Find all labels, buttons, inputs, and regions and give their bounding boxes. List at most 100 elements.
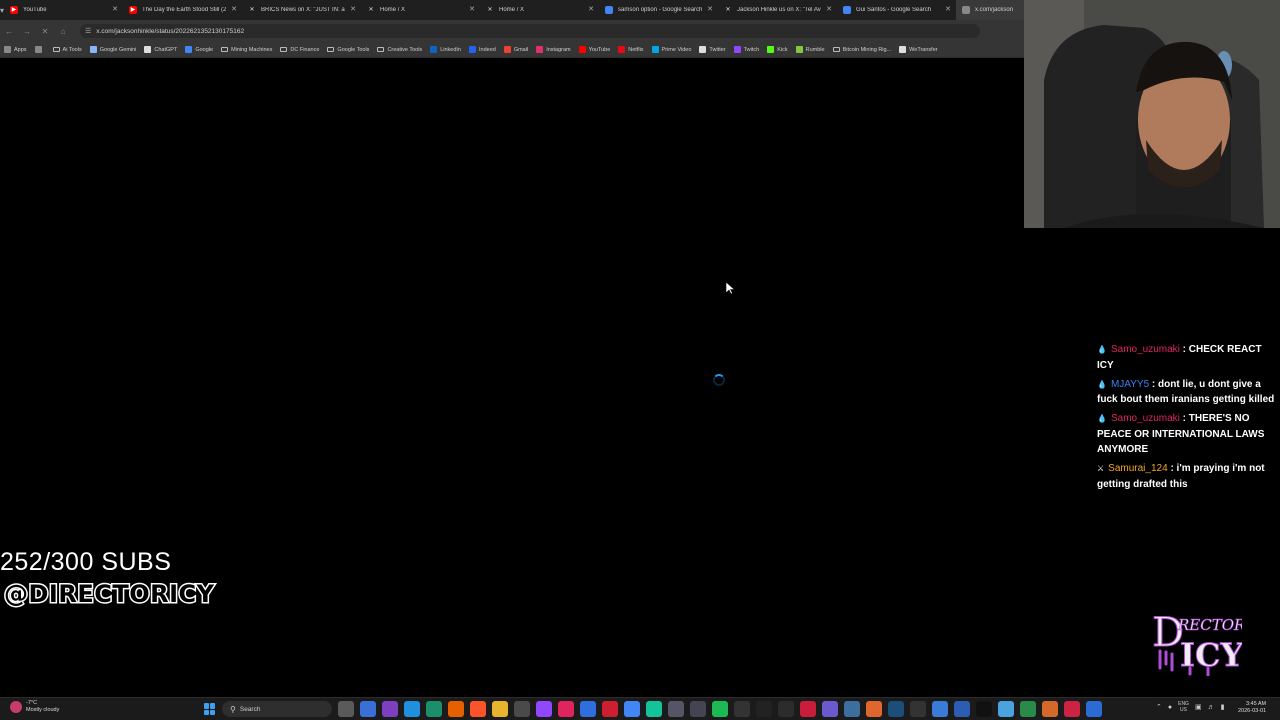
app-icon[interactable] [910,701,926,717]
bookmark-item[interactable]: Creative Tools [377,47,422,53]
back-icon[interactable]: ← [0,20,18,42]
browser-tab[interactable]: x.com/jackson [956,0,1024,20]
x-icon [699,46,707,53]
bookmark-item[interactable]: Google Gemini [89,46,136,53]
photos-icon[interactable] [382,701,398,717]
language-indicator[interactable]: ENG US [1178,701,1189,713]
bookmark-item[interactable]: Gmail [503,46,528,53]
app-icon[interactable] [998,701,1014,717]
task-view-icon[interactable] [338,701,354,717]
bookmark-item[interactable]: DC Finance [280,47,319,53]
app-icon[interactable] [866,701,882,717]
mic-icon[interactable]: ● [1168,704,1172,711]
bookmark-item[interactable]: Netflix [618,46,644,53]
address-bar[interactable]: ☰ x.com/jacksonhinkle/status/20226213521… [80,24,980,38]
browser-tab[interactable]: ✕ Home / X ✕ [361,0,480,20]
steam-icon[interactable] [888,701,904,717]
home-icon[interactable]: ⌂ [54,20,72,42]
opera-icon[interactable] [602,701,618,717]
app-icon[interactable] [1042,701,1058,717]
twitch-icon[interactable] [536,701,552,717]
browser-tab[interactable]: ▶ YouTube ✕ [4,0,123,20]
battery-icon[interactable]: ▮ [1221,703,1225,711]
bookmark-item[interactable]: Google Tools [327,47,369,53]
browser-tab[interactable]: ▶ The Day the Earth Stood Still (2 ✕ [123,0,242,20]
capcut-icon[interactable] [756,701,772,717]
app-icon[interactable] [1086,701,1102,717]
app-icon[interactable] [668,701,684,717]
close-tab-icon[interactable]: ✕ [826,6,832,14]
browser-tab[interactable]: Gui Santos - Google Search ✕ [837,0,956,20]
app-icon[interactable] [800,701,816,717]
bookmark-item[interactable]: Rumble [795,46,825,53]
weather-widget[interactable]: -7°C Mostly cloudy [10,700,59,714]
app-icon[interactable] [954,701,970,717]
forward-icon[interactable]: → [18,20,36,42]
bookmark-item[interactable]: Twitch [733,46,760,53]
chrome-icon[interactable] [580,701,596,717]
bookmark-item[interactable]: Mining Machines [221,47,272,53]
firefox-icon[interactable] [448,701,464,717]
kick-icon [767,46,775,53]
bookmark-item[interactable] [34,46,45,53]
browser-tab[interactable]: ✕ Jackson Hinkle us on X: "Tel Av ✕ [718,0,837,20]
folder-icon[interactable] [492,701,508,717]
site-info-icon[interactable]: ☰ [85,27,91,35]
taskbar-search[interactable]: ⚲ Search [222,701,332,717]
edge-icon[interactable] [426,701,442,717]
volume-icon[interactable]: ♬ [1208,704,1215,711]
brave-icon[interactable] [470,701,486,717]
app-icon[interactable] [844,701,860,717]
browser-tab[interactable]: ✕ BRICS News on X: "JUST IN: ac ✕ [242,0,361,20]
bookmark-item[interactable]: Google [185,46,213,53]
chevron-up-icon[interactable]: ⌃ [1156,703,1162,711]
close-tab-icon[interactable]: ✕ [112,6,118,14]
bookmarks-bar: Apps Ai Tools Google Gemini ChatGPT Google Mi… [0,42,1024,58]
app-icon[interactable] [558,701,574,717]
close-tab-icon[interactable]: ✕ [469,6,475,14]
browser-tab[interactable]: ✕ Home / X ✕ [480,0,599,20]
bookmark-item[interactable]: WeTransfer [899,46,938,53]
bookmark-item[interactable]: Indeed [468,46,496,53]
browser-tab[interactable]: samson option - Google Search ✕ [599,0,718,20]
copilot-icon[interactable] [360,701,376,717]
stop-loading-icon[interactable]: ✕ [36,20,54,42]
bookmark-label: Apps [14,46,27,53]
app-icon[interactable] [734,701,750,717]
windows-start-icon[interactable] [204,703,216,715]
bookmark-label: Bitcoin Mining Rig... [842,46,892,53]
bookmark-item[interactable]: Kick [767,46,788,53]
network-icon[interactable]: ▣ [1195,703,1202,711]
app-icon[interactable] [778,701,794,717]
instagram-icon [536,46,544,53]
bookmark-item[interactable]: YouTube [578,46,610,53]
obs-icon[interactable] [514,701,530,717]
bookmark-item[interactable]: Twitter [699,46,726,53]
chrome-active-icon[interactable] [624,701,640,717]
app-icon[interactable] [932,701,948,717]
bookmark-label: Twitch [743,46,760,53]
explorer-icon[interactable] [404,701,420,717]
close-tab-icon[interactable]: ✕ [588,6,594,14]
bookmark-item[interactable]: Ai Tools [52,47,82,53]
bookmark-item[interactable]: ChatGPT [144,46,177,53]
bookmark-item[interactable]: Apps [4,46,27,53]
app-icon[interactable] [1020,701,1036,717]
bookmark-item[interactable]: Bitcoin Mining Rig... [832,46,892,53]
taskbar-clock[interactable]: 3:45 AM 2026-03-01 [1238,701,1266,715]
bookmark-item[interactable]: Prime Video [651,46,691,53]
bookmark-item[interactable]: Instagram [536,46,571,53]
close-tab-icon[interactable]: ✕ [945,6,951,14]
app-icon[interactable] [822,701,838,717]
grammarly-icon[interactable] [646,701,662,717]
x-icon[interactable] [976,701,992,717]
tab-groups-icon [34,46,42,53]
tab-label: x.com/jackson [975,7,1014,13]
close-tab-icon[interactable]: ✕ [350,6,356,14]
close-tab-icon[interactable]: ✕ [231,6,237,14]
app-icon[interactable] [690,701,706,717]
bookmark-item[interactable]: LinkedIn [430,46,461,53]
app-icon[interactable] [1064,701,1080,717]
spotify-icon[interactable] [712,701,728,717]
close-tab-icon[interactable]: ✕ [707,6,713,14]
